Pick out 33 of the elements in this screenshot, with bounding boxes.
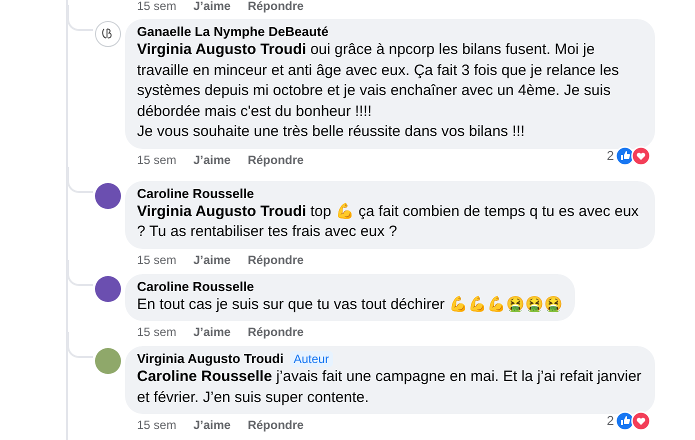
comment-time[interactable]: 15 sem — [137, 416, 176, 434]
reply-link[interactable]: Répondre — [248, 250, 304, 268]
author-name[interactable]: Virginia Augusto Troudi — [137, 351, 284, 367]
comment-text: Virginia Augusto Troudi oui grâce à npcorp les bilans fusent. Moi je travaille en minceur et anti âge avec eux. Ça fait 3 fois que je relance les systèmes depuis mi octobre et je vais enchaîner avec un 4ème. Je suis débordée mais c'est du bonheur !!!! — [137, 40, 620, 122]
author-name[interactable]: Caroline Rousselle — [137, 186, 254, 202]
comment-time[interactable]: 15 sem — [137, 0, 176, 15]
comment-text: En tout cas je suis sur que tu vas tout déchirer 💪💪💪🤮🤮🤮 — [137, 294, 563, 314]
author-badge: Auteur — [290, 351, 333, 367]
reaction-count[interactable]: 2 — [606, 146, 614, 166]
avatar-photo-placeholder[interactable] — [95, 348, 121, 374]
author-name[interactable]: Ganaelle La Nymphe DeBeauté — [137, 24, 328, 40]
like-link[interactable]: J’aime — [193, 250, 231, 268]
avatar-photo-placeholder[interactable] — [95, 276, 121, 302]
like-link[interactable]: J’aime — [193, 416, 231, 434]
author-name[interactable]: Caroline Rousselle — [137, 278, 254, 294]
reply-link[interactable]: Répondre — [248, 150, 304, 168]
comment-time[interactable]: 15 sem — [137, 323, 176, 341]
avatar-photo-placeholder[interactable] — [95, 182, 121, 208]
comment-text: Je vous souhaite une très belle réussite dans vos bilans !!! — [137, 122, 526, 142]
logo-avatar[interactable] — [95, 21, 121, 47]
comment-text: Caroline Rousselle j’avais fait une campagne en mai. Et la j’ai refait janvier et février. J’en suis super contente. — [137, 367, 642, 408]
reaction-summary[interactable]: 2 — [606, 411, 651, 431]
like-link[interactable]: J’aime — [193, 0, 231, 15]
comment-time[interactable]: 15 sem — [137, 150, 176, 168]
comment-time[interactable]: 15 sem — [137, 250, 176, 268]
reply-link[interactable]: Répondre — [248, 416, 304, 434]
reaction-summary[interactable]: 2 — [606, 146, 651, 166]
reply-link[interactable]: Répondre — [248, 0, 304, 15]
like-link[interactable]: J’aime — [193, 150, 231, 168]
comment-text: Virginia Augusto Troudi top 💪 ça fait combien de temps q tu es avec eux ? Tu as rentabiliser tes frais avec eux ? — [137, 202, 640, 242]
reaction-count[interactable]: 2 — [606, 411, 614, 431]
like-link[interactable]: J’aime — [193, 323, 231, 341]
reply-link[interactable]: Répondre — [248, 323, 304, 341]
